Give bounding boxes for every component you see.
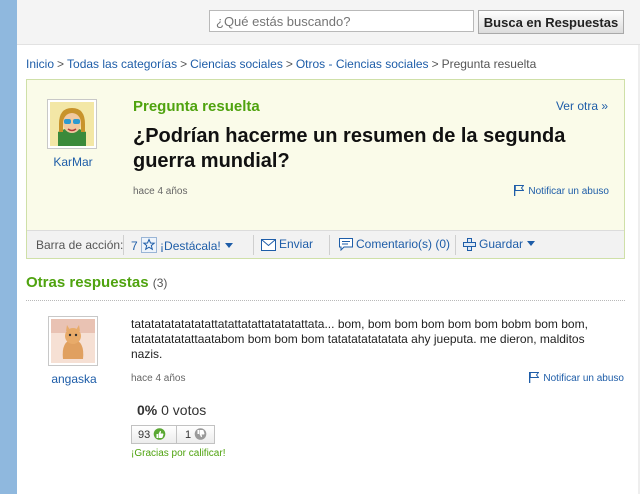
asker-avatar[interactable]: [47, 99, 97, 149]
breadcrumb: Inicio > Todas las categorías > Ciencias soc…: [26, 57, 536, 71]
question-report-abuse-link[interactable]: Notificar un abuso: [514, 185, 609, 197]
envelope-icon: [261, 239, 276, 251]
save-label: Guardar: [479, 237, 524, 251]
breadcrumb-social-sciences[interactable]: Ciencias sociales: [190, 57, 283, 71]
breadcrumb-separator: >: [57, 57, 65, 71]
action-separator: [455, 235, 456, 255]
asker-avatar-image: [50, 102, 94, 146]
answer-report-abuse-link[interactable]: Notificar un abuso: [529, 372, 624, 384]
breadcrumb-home[interactable]: Inicio: [26, 57, 54, 71]
thumbs-down-button[interactable]: 1: [178, 426, 214, 443]
thumbs-up-count: 93: [138, 429, 151, 441]
thumbs-up-button[interactable]: 93: [132, 426, 177, 443]
breadcrumb-other-social-sciences[interactable]: Otros - Ciencias sociales: [296, 57, 429, 71]
answer-rating: 0% 0 votos: [137, 402, 206, 418]
rating-votes: 0 votos: [161, 402, 207, 418]
rating-thanks-message: ¡Gracias por calificar!: [131, 448, 226, 459]
other-answers-count: (3): [152, 276, 168, 290]
breadcrumb-separator: >: [285, 57, 293, 71]
breadcrumb-separator: >: [180, 57, 188, 71]
question-header: KarMar Pregunta resuelta Ver otra » ¿Pod…: [27, 80, 624, 230]
view-other-link[interactable]: Ver otra »: [556, 99, 608, 113]
answer-timestamp: hace 4 años: [131, 373, 186, 384]
action-separator: [253, 235, 254, 255]
question-timestamp: hace 4 años: [133, 186, 188, 197]
flag-icon: [529, 372, 540, 383]
rating-percent: 0%: [137, 402, 158, 418]
send-label: Enviar: [279, 237, 314, 251]
answer-text: tatatatatatatatattatattatattatatatattata…: [131, 317, 588, 361]
search-button[interactable]: Busca en Respuestas: [478, 10, 624, 34]
breadcrumb-all-categories[interactable]: Todas las categorías: [67, 57, 177, 71]
divider: [26, 300, 625, 301]
flag-icon: [514, 185, 525, 196]
question-status: Pregunta resuelta: [133, 98, 260, 115]
question-box: KarMar Pregunta resuelta Ver otra » ¿Pod…: [26, 79, 625, 259]
star-icon: [141, 237, 158, 253]
left-edge-bar: [0, 0, 17, 494]
send-button[interactable]: Enviar: [261, 237, 313, 251]
plus-icon: [463, 238, 476, 251]
answerer-avatar[interactable]: [48, 316, 98, 366]
action-separator: [329, 235, 330, 255]
comment-icon: [339, 238, 353, 251]
action-bar: Barra de acción: 7 ¡Destácala! Enviar Co…: [27, 230, 624, 258]
report-abuse-label: Notificar un abuso: [543, 373, 624, 384]
report-abuse-label: Notificar un abuso: [528, 186, 609, 197]
search-header: Busca en Respuestas: [17, 0, 640, 45]
page: Busca en Respuestas Inicio>Todas las cat…: [17, 0, 640, 494]
thumbs-down-count: 1: [185, 429, 192, 441]
question-title: ¿Podrían hacerme un resumen de la segund…: [133, 125, 566, 172]
search-input[interactable]: [209, 10, 474, 32]
highlight-label: ¡Destácala!: [160, 239, 221, 253]
answerer-username[interactable]: angaska: [42, 372, 106, 386]
thumbs-up-icon: [154, 428, 166, 440]
breadcrumb-current: Pregunta resuelta: [441, 57, 537, 71]
thumbs-down-icon: [194, 428, 207, 440]
asker-username[interactable]: KarMar: [41, 155, 105, 169]
vote-box: 93 1: [131, 425, 215, 444]
other-answers-title: Otras respuestas: [26, 274, 149, 291]
answerer-avatar-image: [51, 319, 95, 363]
save-button[interactable]: Guardar: [463, 237, 536, 251]
breadcrumb-separator: >: [431, 57, 439, 71]
comments-button[interactable]: Comentario(s) (0): [339, 237, 450, 251]
chevron-down-icon: [527, 241, 536, 246]
action-separator: [123, 235, 124, 255]
highlight-button[interactable]: 7 ¡Destácala!: [131, 237, 233, 253]
chevron-down-icon: [224, 243, 233, 248]
comments-label: Comentario(s) (0): [356, 237, 451, 251]
action-bar-label: Barra de acción:: [36, 238, 124, 252]
star-count: 7: [131, 239, 138, 253]
other-answers-heading: Otras respuestas (3): [26, 274, 167, 291]
